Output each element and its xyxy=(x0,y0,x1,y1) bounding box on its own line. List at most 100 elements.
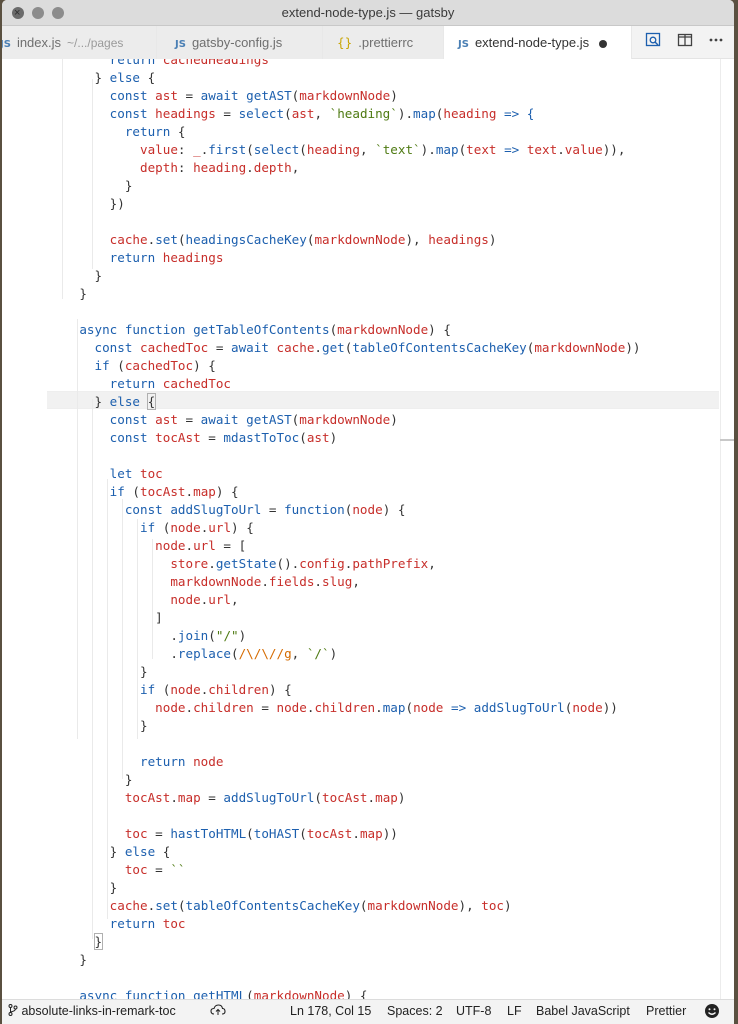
tab-index-js[interactable]: JS index.js ~/.../pages xyxy=(2,26,157,59)
code-token: ( xyxy=(246,142,254,157)
code-line[interactable]: const ast = await getAST(markdownNode) xyxy=(49,87,398,105)
cursor-position[interactable]: Ln 178, Col 15 xyxy=(290,1000,371,1023)
code-token: children xyxy=(314,700,376,715)
file-encoding[interactable]: UTF-8 xyxy=(456,1000,491,1023)
git-branch[interactable]: absolute-links-in-remark-toc xyxy=(8,1000,176,1023)
code-line[interactable]: node.url = [ xyxy=(49,537,246,555)
code-token: value xyxy=(140,142,178,157)
code-token: ast xyxy=(155,412,178,427)
code-line[interactable]: tocAst.map = addSlugToUrl(tocAst.map) xyxy=(49,789,406,807)
code-editor[interactable]: return cachedHeadings } else { const ast… xyxy=(2,59,734,999)
maximize-window-button[interactable] xyxy=(52,7,64,19)
code-line[interactable]: .replace(/\/\//g, `/`) xyxy=(49,645,337,663)
code-token: set xyxy=(155,232,178,247)
code-line[interactable]: async function getHTML(markdownNode) { xyxy=(49,987,367,999)
more-actions-icon[interactable] xyxy=(705,32,727,54)
code-token: } xyxy=(49,664,148,679)
code-line[interactable]: const cachedToc = await cache.get(tableO… xyxy=(49,339,641,357)
tab-extend-node-type[interactable]: JS extend-node-type.js xyxy=(444,26,632,59)
code-token: } xyxy=(93,933,104,950)
code-line[interactable]: store.getState().config.pathPrefix, xyxy=(49,555,436,573)
tab-gatsby-config[interactable]: JS gatsby-config.js xyxy=(157,26,323,59)
code-line[interactable]: markdownNode.fields.slug, xyxy=(49,573,360,591)
code-line[interactable]: if (node.url) { xyxy=(49,519,254,537)
code-line[interactable]: if (node.children) { xyxy=(49,681,292,699)
code-line[interactable]: } xyxy=(49,285,87,303)
code-line[interactable]: const headings = select(ast, `heading`).… xyxy=(49,105,535,123)
code-line[interactable]: const addSlugToUrl = function(node) { xyxy=(49,501,406,519)
code-token: ) xyxy=(390,412,398,427)
code-line[interactable]: } xyxy=(49,717,148,735)
code-line[interactable]: } xyxy=(49,951,87,969)
code-line[interactable]: } xyxy=(49,177,133,195)
tab-prettierrc[interactable]: {} .prettierrc xyxy=(323,26,444,59)
code-line[interactable]: return cachedHeadings xyxy=(49,59,269,69)
code-line[interactable]: const tocAst = mdastToToc(ast) xyxy=(49,429,338,447)
code-token: ( xyxy=(208,628,216,643)
code-line[interactable]: return toc xyxy=(49,915,186,933)
smiley-icon[interactable] xyxy=(704,1003,720,1024)
code-line[interactable]: async function getTableOfContents(markdo… xyxy=(49,321,451,339)
code-line[interactable]: } xyxy=(49,663,148,681)
code-line[interactable]: return cachedToc xyxy=(49,375,231,393)
open-preview-icon[interactable] xyxy=(642,32,664,54)
code-line[interactable]: depth: heading.depth, xyxy=(49,159,299,177)
code-line[interactable]: toc = hastToHTML(toHAST(tocAst.map)) xyxy=(49,825,398,843)
formatter[interactable]: Prettier xyxy=(646,1000,686,1023)
vertical-scrollbar[interactable] xyxy=(720,59,734,999)
unsaved-changes-dot[interactable] xyxy=(599,39,608,48)
code-line[interactable]: } else { xyxy=(49,69,155,87)
split-editor-icon[interactable] xyxy=(674,32,696,54)
code-line[interactable]: }) xyxy=(49,195,125,213)
code-token: ) xyxy=(329,430,338,445)
code-token: headings xyxy=(155,106,216,121)
code-token: cachedToc xyxy=(124,358,194,373)
language-mode[interactable]: Babel JavaScript xyxy=(536,1000,630,1023)
code-line[interactable]: return { xyxy=(49,123,186,141)
code-token: await xyxy=(200,412,247,427)
code-line[interactable]: } else { xyxy=(49,843,171,861)
code-line[interactable]: let toc xyxy=(49,465,163,483)
code-token: . xyxy=(314,574,323,589)
code-token: map xyxy=(177,790,201,805)
code-token: let xyxy=(109,466,141,481)
code-line[interactable]: } xyxy=(49,933,104,951)
code-line[interactable]: node.children = node.children.map(node =… xyxy=(49,699,618,717)
code-token: { xyxy=(140,70,156,85)
code-line[interactable]: ] xyxy=(49,609,163,627)
code-line[interactable]: } xyxy=(49,267,102,285)
line-ending[interactable]: LF xyxy=(507,1000,522,1023)
code-line[interactable]: if (cachedToc) { xyxy=(49,357,216,375)
code-token: depth xyxy=(140,160,178,175)
code-line[interactable]: cache.set(tableOfContentsCacheKey(markdo… xyxy=(49,897,512,915)
code-token: if xyxy=(140,682,163,697)
close-window-button[interactable] xyxy=(12,0,24,26)
code-token: . xyxy=(185,700,194,715)
code-line[interactable]: .join("/") xyxy=(49,627,246,645)
code-line[interactable]: if (tocAst.map) { xyxy=(49,483,239,501)
code-line[interactable]: node.url, xyxy=(49,591,238,609)
minimize-window-button[interactable] xyxy=(32,7,44,19)
code-token: , xyxy=(428,556,436,571)
code-line[interactable]: } xyxy=(49,879,118,897)
js-file-icon: JS xyxy=(458,39,469,50)
indentation[interactable]: Spaces: 2 xyxy=(387,1000,443,1023)
code-token: = [ xyxy=(215,538,247,553)
code-line[interactable]: return node xyxy=(49,753,223,771)
code-line[interactable]: } else { xyxy=(49,393,157,411)
code-line[interactable]: value: _.first(select(heading, `text`).m… xyxy=(49,141,625,159)
code-line[interactable]: const ast = await getAST(markdownNode) xyxy=(49,411,398,429)
code-token: url xyxy=(193,538,216,553)
tab-description: ~/.../pages xyxy=(67,36,124,50)
tab-label: gatsby-config.js xyxy=(191,35,283,50)
code-line[interactable]: } xyxy=(49,771,133,789)
code-line[interactable]: cache.set(headingsCacheKey(markdownNode)… xyxy=(49,231,497,249)
code-line[interactable]: toc = `` xyxy=(49,861,186,879)
code-line[interactable]: return headings xyxy=(49,249,224,267)
cloud-upload-icon[interactable] xyxy=(210,1000,226,1023)
code-token: store xyxy=(170,556,209,571)
